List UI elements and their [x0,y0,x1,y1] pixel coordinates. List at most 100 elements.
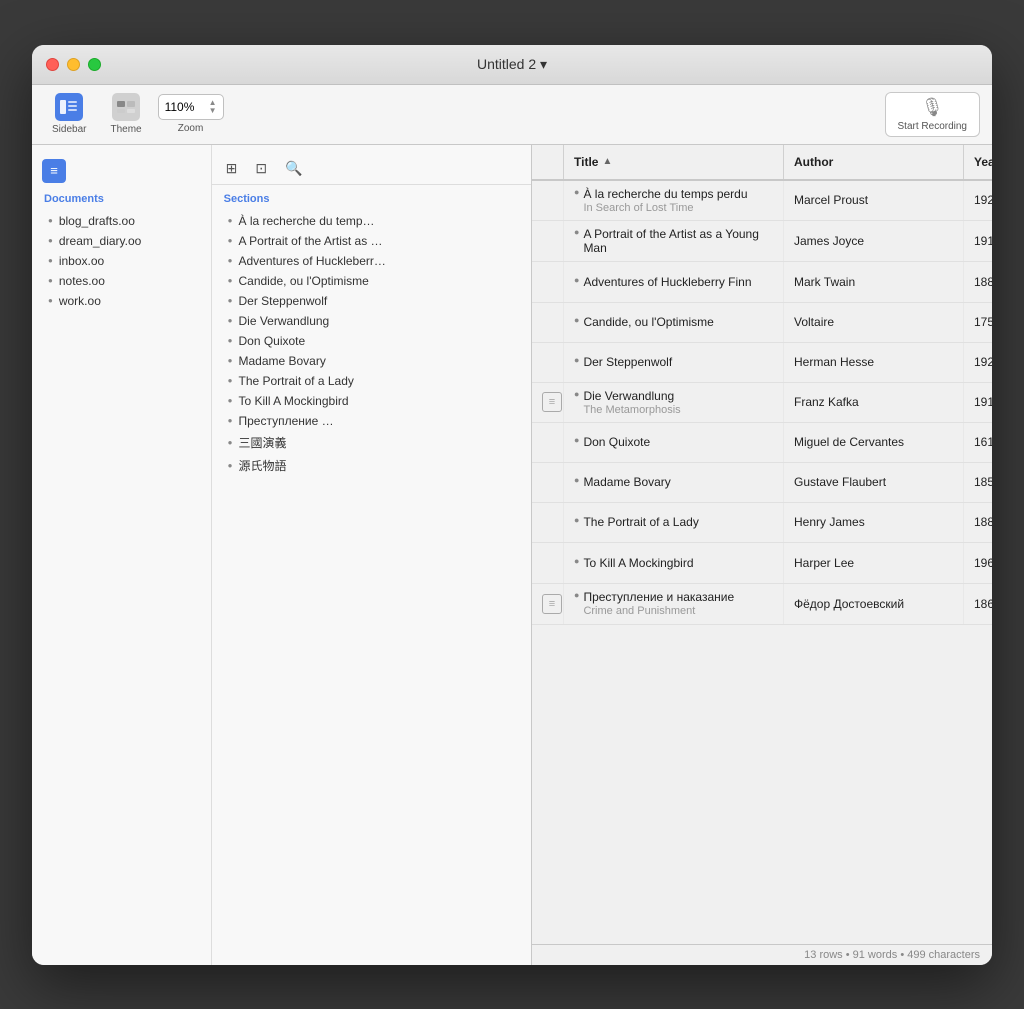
td-author: Gustave Flaubert [784,463,964,502]
td-title: ● Don Quixote [564,423,784,462]
sidebar-section-item[interactable]: Candide, ou l'Optimisme [212,271,531,291]
theme-button[interactable]: Theme [102,89,149,139]
sort-arrow-icon: ▲ [602,156,612,167]
table-row[interactable]: ●A Portrait of the Artist as a Young Man… [532,221,992,262]
table-row[interactable]: ≡●Die VerwandlungThe MetamorphosisFranz … [532,383,992,423]
td-author: Henry James [784,503,964,542]
table-row[interactable]: ●Der SteppenwolfHerman Hesse1927Schweiz… [532,343,992,383]
sidebar-section-item[interactable]: À la recherche du temp… [212,211,531,231]
sections-search-icon[interactable]: 🔍 [279,157,308,180]
sections-list: À la recherche du temp…A Portrait of the… [212,211,531,477]
row-doc-icon: ≡ [542,392,562,412]
sections-expand-icon[interactable]: ⊡ [249,157,273,180]
th-title[interactable]: Title ▲ [564,145,784,179]
sidebar-section-item[interactable]: 源氏物語 [212,454,531,477]
zoom-arrows: ▲ ▼ [209,99,217,115]
td-row-icon [532,543,564,583]
sidebar-doc-item[interactable]: blog_drafts.oo [32,211,211,231]
theme-icon [112,93,140,121]
td-row-icon [532,423,564,462]
td-title: ●The Portrait of a Lady [564,503,784,542]
zoom-control: ▲ ▼ Zoom [158,94,224,134]
table-row[interactable]: ≡●Преступление и наказаниеCrime and Puni… [532,584,992,625]
sidebar-icon [55,93,83,121]
bullet-icon: ● [574,389,579,399]
window-controls [46,58,101,71]
app-window: Untitled 2 ▾ Sidebar [32,45,992,965]
td-row-icon [532,343,564,382]
title-text: Candide, ou l'Optimisme [583,315,713,329]
sidebar-doc-item[interactable]: work.oo [32,291,211,311]
bullet-icon: ● [574,475,579,485]
close-button[interactable] [46,58,59,71]
zoom-input[interactable] [165,100,205,114]
td-year: 1857 [964,463,992,502]
table-row[interactable]: ●The Portrait of a LadyHenry James1881En… [532,503,992,543]
table-area: Title ▲ Author Year Origin ●À la recherc… [532,145,992,965]
td-row-icon [532,303,564,342]
table-header: Title ▲ Author Year Origin [532,145,992,181]
td-year: 1881 [964,503,992,542]
theme-label: Theme [110,124,141,135]
sidebar-section-item[interactable]: A Portrait of the Artist as … [212,231,531,251]
sidebar-section-item[interactable]: Adventures of Huckleberr… [212,251,531,271]
table-row[interactable]: ●Madame BovaryGustave Flaubert1857France [532,463,992,503]
bullet-icon: ● [574,435,579,445]
mic-label: Start Recording [898,121,967,132]
sidebar-section-item[interactable]: 三國演義 [212,431,531,454]
td-row-icon: ≡ [532,383,564,422]
sidebar-section-item[interactable]: Преступление … [212,411,531,431]
minimize-button[interactable] [67,58,80,71]
maximize-button[interactable] [88,58,101,71]
td-year: 1960 [964,543,992,583]
td-author: Фёдор Достоевский [784,584,964,624]
title-text: A Portrait of the Artist as a Young Man [583,227,773,255]
th-author[interactable]: Author [784,145,964,179]
table-row[interactable]: ●To Kill A MockingbirdHarper Lee1960Unit… [532,543,992,584]
td-row-icon: ≡ [532,584,564,624]
td-title: ●Der Steppenwolf [564,343,784,382]
sidebar-section-item[interactable]: Madame Bovary [212,351,531,371]
sidebar-section-item[interactable]: Die Verwandlung [212,311,531,331]
td-author: Harper Lee [784,543,964,583]
td-year: 1915 [964,383,992,422]
td-year: 1615 [964,423,992,462]
title-text: Der Steppenwolf [583,355,672,369]
td-author: Marcel Proust [784,181,964,220]
td-row-icon [532,221,564,261]
td-author: Franz Kafka [784,383,964,422]
bullet-icon: ● [574,515,579,525]
table-row[interactable]: ●Candide, ou l'OptimismeVoltaire1759Fran… [532,303,992,343]
td-year: 1917 [964,221,992,261]
table-row[interactable]: ●Adventures of Huckleberry FinnMark Twai… [532,262,992,303]
status-bar: 13 rows • 91 words • 499 characters [532,944,992,965]
sections-table-icon[interactable]: ⊞ [220,157,244,180]
sidebar-section-item[interactable]: The Portrait of a Lady [212,371,531,391]
row-doc-icon: ≡ [542,594,562,614]
table-row[interactable]: ●Don QuixoteMiguel de Cervantes1615Españ… [532,423,992,463]
mic-button[interactable]: 🎙 Start Recording [885,92,980,137]
th-year[interactable]: Year [964,145,992,179]
td-author: James Joyce [784,221,964,261]
sidebar-button[interactable]: Sidebar [44,89,94,139]
title-text: Don Quixote [583,435,650,449]
td-title: ●Candide, ou l'Optimisme [564,303,784,342]
sidebar-doc-item[interactable]: dream_diary.oo [32,231,211,251]
title-text: À la recherche du temps perdu [583,187,747,201]
title-text: Преступление и наказание [583,590,734,604]
td-title: ●A Portrait of the Artist as a Young Man [564,221,784,261]
td-title: ●Преступление и наказаниеCrime and Punis… [564,584,784,624]
sidebar-doc-item[interactable]: inbox.oo [32,251,211,271]
mic-icon: 🎙 [921,97,944,118]
sidebar-section-item[interactable]: To Kill A Mockingbird [212,391,531,411]
zoom-input-wrap[interactable]: ▲ ▼ [158,94,224,120]
td-year: 1927 [964,343,992,382]
table-row[interactable]: ●À la recherche du temps perduIn Search … [532,181,992,221]
subtitle-text: Crime and Punishment [583,605,734,617]
sidebar-section-item[interactable]: Don Quixote [212,331,531,351]
sidebar-label: Sidebar [52,124,86,135]
td-year: 1885 [964,262,992,302]
documents-icon: ≡ [42,159,66,183]
sidebar-section-item[interactable]: Der Steppenwolf [212,291,531,311]
sidebar-doc-item[interactable]: notes.oo [32,271,211,291]
